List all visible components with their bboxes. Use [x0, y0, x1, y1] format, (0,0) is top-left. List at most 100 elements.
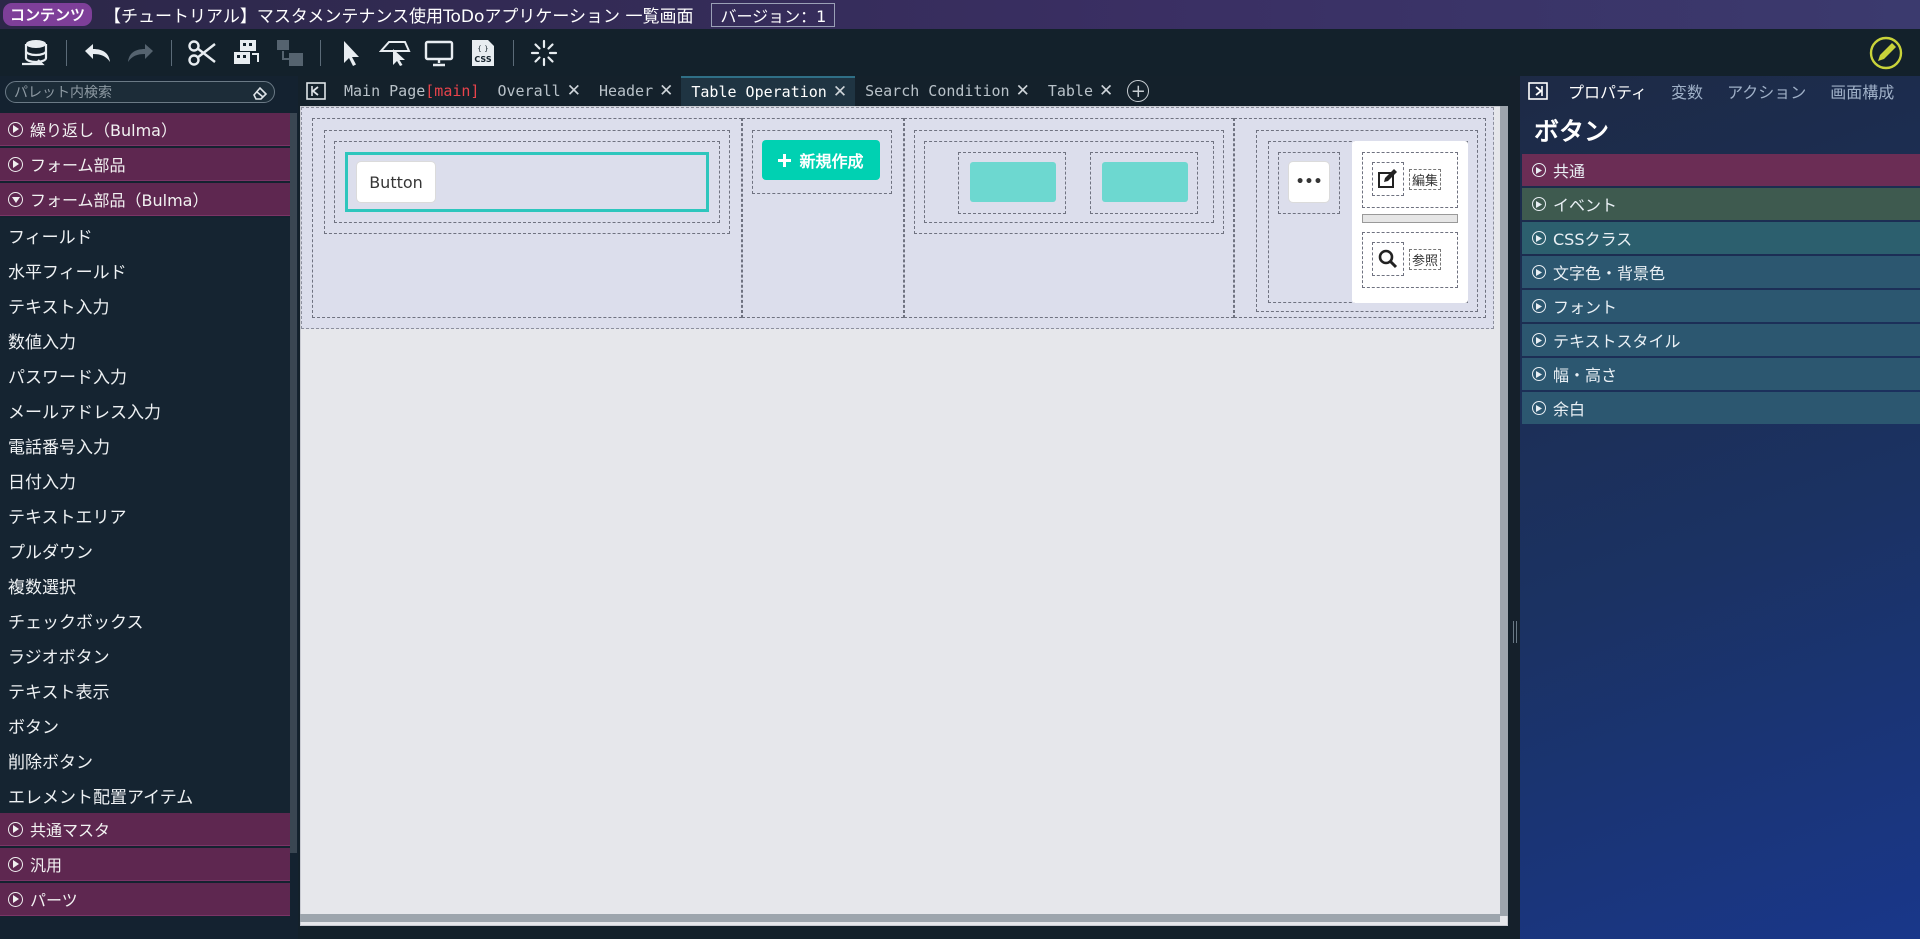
palette-category-repeat-bulma[interactable]: 繰り返し（Bulma） [0, 113, 290, 146]
edit-icon [1372, 162, 1404, 196]
cut-icon[interactable] [180, 32, 224, 74]
section-label: 幅・高さ [1553, 366, 1618, 385]
section-label: 文字色・背景色 [1553, 264, 1666, 283]
splitter-grip-icon[interactable] [1513, 621, 1517, 643]
section-size[interactable]: 幅・高さ [1522, 358, 1920, 390]
palette-item-textarea[interactable]: テキストエリア [0, 498, 290, 533]
palette-search-input[interactable] [6, 83, 231, 103]
palette-item-multi-select[interactable]: 複数選択 [0, 568, 290, 603]
section-font[interactable]: フォント [1522, 290, 1920, 322]
section-event[interactable]: イベント [1522, 188, 1920, 220]
palette-item-button[interactable]: ボタン [0, 708, 290, 743]
tab-label: Overall [497, 82, 561, 100]
palette-category-form-parts[interactable]: フォーム部品 [0, 148, 290, 181]
palette-item-horizontal-field[interactable]: 水平フィールド [0, 253, 290, 288]
edit-pencil-icon[interactable] [1866, 33, 1906, 73]
panel-splitter[interactable] [1510, 76, 1520, 939]
tab-properties[interactable]: プロパティ [1556, 76, 1659, 106]
palette-item-radio-button[interactable]: ラジオボタン [0, 638, 290, 673]
collapse-palette-icon[interactable] [298, 76, 334, 106]
palette-item-date-input[interactable]: 日付入力 [0, 463, 290, 498]
tab-table[interactable]: Table ✕ [1038, 76, 1121, 106]
section-label: フォント [1553, 298, 1618, 317]
palette-category-general[interactable]: 汎用 [0, 848, 290, 881]
tab-main-page[interactable]: Main Page [main] [334, 76, 487, 106]
dropdown-divider [1362, 214, 1458, 223]
canvas-horizontal-scrollbar[interactable] [300, 914, 1500, 922]
expand-circle-icon [1532, 231, 1546, 245]
select-cursor-icon[interactable] [329, 32, 373, 74]
tab-actions[interactable]: アクション [1715, 76, 1818, 106]
table-operation-row[interactable]: Button 新規作成 ••• 編集 参照 [301, 107, 1494, 329]
tab-search-condition[interactable]: Search Condition ✕ [855, 76, 1038, 106]
loading-spinner-icon[interactable] [522, 32, 566, 74]
click-element-icon[interactable] [373, 32, 417, 74]
svg-text:CSS: CSS [474, 55, 491, 64]
tab-header[interactable]: Header ✕ [589, 76, 681, 106]
teal-button-2[interactable] [1102, 162, 1188, 202]
eraser-icon[interactable] [252, 85, 268, 104]
palette-item-password-input[interactable]: パスワード入力 [0, 358, 290, 393]
palette-category-form-parts-bulma[interactable]: フォーム部品（Bulma） [0, 183, 290, 216]
palette-item-field[interactable]: フィールド [0, 218, 290, 253]
palette-item-email-input[interactable]: メールアドレス入力 [0, 393, 290, 428]
palette-item-checkbox[interactable]: チェックボックス [0, 603, 290, 638]
section-common[interactable]: 共通 [1522, 154, 1920, 186]
tab-overall[interactable]: Overall ✕ [487, 76, 588, 106]
palette-item-element-layout[interactable]: エレメント配置アイテム [0, 778, 290, 813]
section-colors[interactable]: 文字色・背景色 [1522, 256, 1920, 288]
close-icon[interactable]: ✕ [567, 81, 581, 101]
section-margin[interactable]: 余白 [1522, 392, 1920, 424]
tab-screen-structure[interactable]: 画面構成 [1818, 76, 1906, 106]
category-label: 繰り返し（Bulma） [30, 121, 177, 140]
close-icon[interactable]: ✕ [833, 82, 847, 102]
expand-circle-icon [1532, 299, 1546, 313]
property-panel: プロパティ 変数 アクション 画面構成 ボタン 共通 イベント CSSクラス 文… [1520, 76, 1920, 939]
palette-item-number-input[interactable]: 数値入力 [0, 323, 290, 358]
toolbar-separator [171, 39, 172, 66]
page-tab-bar: Main Page [main] Overall ✕ Header ✕ Table O… [298, 76, 1508, 106]
close-icon[interactable]: ✕ [659, 81, 673, 101]
section-text-style[interactable]: テキストスタイル [1522, 324, 1920, 356]
tab-table-operation[interactable]: Table Operation ✕ [681, 76, 856, 106]
tab-label: Table [1047, 82, 1093, 100]
expand-circle-icon [1532, 197, 1546, 211]
teal-button-1[interactable] [970, 162, 1056, 202]
property-tabs: プロパティ 変数 アクション 画面構成 [1520, 76, 1920, 106]
sidebar-scrollbar[interactable] [290, 113, 297, 853]
palette-category-parts[interactable]: パーツ [0, 883, 290, 916]
expand-circle-icon [1532, 265, 1546, 279]
content-badge: コンテンツ [3, 3, 93, 26]
collapse-panel-icon[interactable] [1520, 76, 1556, 106]
edit-label: 編集 [1409, 169, 1442, 190]
canvas-vertical-scrollbar[interactable] [1500, 106, 1508, 916]
new-create-button[interactable]: 新規作成 [762, 140, 880, 180]
css-icon[interactable]: { } CSS [461, 32, 505, 74]
palette-item-phone-input[interactable]: 電話番号入力 [0, 428, 290, 463]
add-tab-icon[interactable]: + [1127, 80, 1150, 102]
button-element[interactable]: Button [357, 162, 435, 202]
tab-variables[interactable]: 変数 [1659, 76, 1715, 106]
palette-category-common-master[interactable]: 共通マスタ [0, 813, 290, 846]
close-icon[interactable]: ✕ [1016, 81, 1030, 101]
section-label: イベント [1553, 196, 1618, 215]
search-icon [1372, 242, 1404, 276]
close-icon[interactable]: ✕ [1099, 81, 1113, 101]
more-button[interactable]: ••• [1289, 162, 1329, 202]
expand-circle-icon [1532, 333, 1546, 347]
tab-label: Search Condition [865, 82, 1010, 100]
redo-icon[interactable] [119, 32, 163, 74]
preview-monitor-icon[interactable] [417, 32, 461, 74]
section-css-class[interactable]: CSSクラス [1522, 222, 1920, 254]
palette-item-delete-button[interactable]: 削除ボタン [0, 743, 290, 778]
palette-item-dropdown[interactable]: プルダウン [0, 533, 290, 568]
expand-circle-icon [8, 856, 23, 872]
copy-icon[interactable] [224, 32, 268, 74]
undo-icon[interactable] [75, 32, 119, 74]
new-create-label: 新規作成 [799, 152, 864, 171]
database-sync-icon[interactable] [14, 32, 58, 74]
palette-item-text-input[interactable]: テキスト入力 [0, 288, 290, 323]
expand-circle-icon [8, 121, 23, 137]
paste-icon[interactable] [268, 32, 312, 74]
palette-item-text-display[interactable]: テキスト表示 [0, 673, 290, 708]
